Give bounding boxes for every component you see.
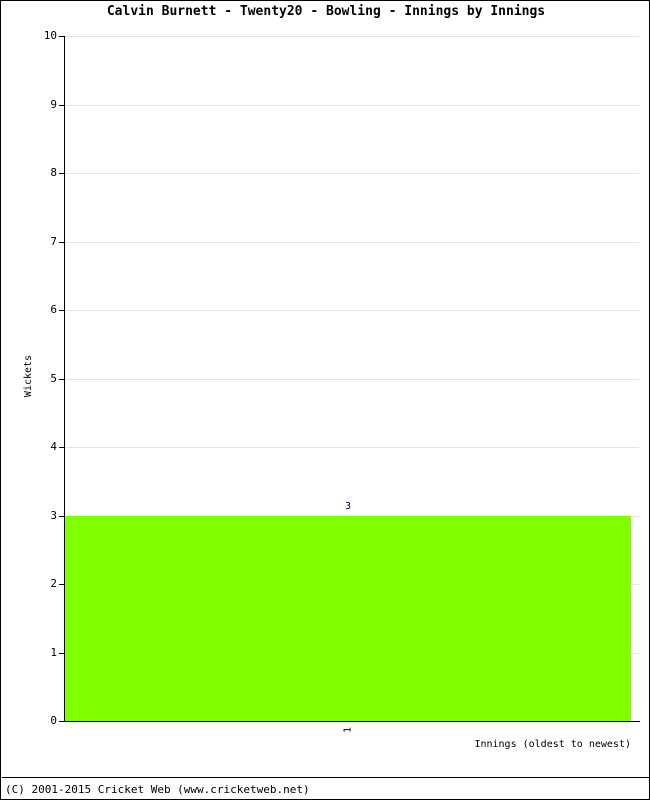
gridline bbox=[65, 447, 639, 448]
x-axis-title: Innings (oldest to newest) bbox=[474, 739, 631, 750]
y-axis-tick-label: 10 bbox=[43, 29, 57, 42]
y-axis-tick-label: 1 bbox=[50, 646, 57, 659]
gridline bbox=[65, 379, 639, 380]
page-title: Calvin Burnett - Twenty20 - Bowling - In… bbox=[106, 4, 546, 19]
gridline bbox=[65, 36, 639, 37]
x-axis-tick-label: 1 bbox=[342, 727, 354, 734]
y-axis-tick-label: 8 bbox=[50, 166, 57, 179]
footer-divider bbox=[2, 777, 650, 778]
gridline bbox=[65, 105, 639, 106]
y-axis-tick-label: 6 bbox=[50, 303, 57, 316]
y-axis-title: Wickets bbox=[23, 354, 34, 398]
chart-page: Calvin Burnett - Twenty20 - Bowling - In… bbox=[0, 0, 650, 800]
y-axis-tick-label: 0 bbox=[50, 714, 57, 727]
gridline bbox=[65, 310, 639, 311]
y-axis-tick-label: 4 bbox=[50, 440, 57, 453]
y-axis-tick-label: 7 bbox=[50, 235, 57, 248]
y-axis-tick-label: 3 bbox=[50, 509, 57, 522]
bar-value-label: 3 bbox=[344, 501, 352, 512]
x-axis-line bbox=[64, 721, 640, 722]
copyright-text: (C) 2001-2015 Cricket Web (www.cricketwe… bbox=[5, 783, 310, 796]
y-axis-tick-label: 2 bbox=[50, 577, 57, 590]
bar bbox=[65, 516, 631, 721]
gridline bbox=[65, 242, 639, 243]
gridline bbox=[65, 173, 639, 174]
y-axis-tick-label: 9 bbox=[50, 98, 57, 111]
